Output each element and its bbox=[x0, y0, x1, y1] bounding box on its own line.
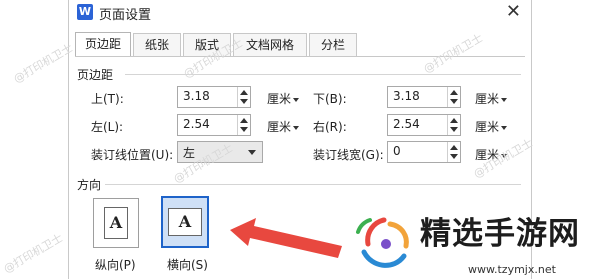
chevron-down-icon bbox=[293, 97, 300, 102]
top-margin-label: 上(T): bbox=[91, 92, 124, 106]
decrement-icon[interactable] bbox=[240, 99, 248, 104]
chevron-down-icon bbox=[501, 97, 508, 102]
portrait-option[interactable]: A bbox=[93, 198, 139, 248]
right-margin-label: 右(R): bbox=[313, 120, 347, 134]
brand-url: www.tzymjx.net bbox=[468, 263, 556, 276]
bottom-margin-spinner[interactable]: 3.18 bbox=[387, 86, 461, 108]
margins-section-title: 页边距 bbox=[77, 68, 114, 82]
decrement-icon[interactable] bbox=[450, 154, 458, 159]
unit-label: 厘米 bbox=[475, 92, 500, 106]
site-brand-logo: 精选手游网 www.tzymjx.net bbox=[350, 208, 600, 279]
decrement-icon[interactable] bbox=[450, 127, 458, 132]
title-bar: W 页面设置 ✕ bbox=[69, 0, 531, 26]
gutter-width-spinner[interactable]: 0 bbox=[387, 141, 461, 163]
landscape-page-icon: A bbox=[168, 208, 202, 236]
tab-columns[interactable]: 分栏 bbox=[309, 33, 357, 56]
left-margin-unit-dropdown[interactable]: 厘米 bbox=[267, 118, 300, 135]
portrait-page-icon: A bbox=[104, 207, 128, 239]
orientation-section-divider bbox=[105, 184, 521, 185]
tab-paper[interactable]: 纸张 bbox=[133, 33, 181, 56]
decrement-icon[interactable] bbox=[450, 99, 458, 104]
right-margin-value[interactable]: 2.54 bbox=[393, 117, 420, 131]
gutter-width-label: 装订线宽(G): bbox=[313, 148, 384, 162]
landscape-option[interactable]: A bbox=[161, 196, 209, 248]
bottom-margin-value[interactable]: 3.18 bbox=[393, 89, 420, 103]
right-margin-spinner[interactable]: 2.54 bbox=[387, 114, 461, 136]
spinner-arrows[interactable] bbox=[447, 87, 460, 107]
chevron-down-icon bbox=[501, 125, 508, 130]
left-margin-label: 左(L): bbox=[91, 120, 124, 134]
increment-icon[interactable] bbox=[240, 118, 248, 123]
left-margin-spinner[interactable]: 2.54 bbox=[177, 114, 251, 136]
brand-emblem-icon bbox=[356, 217, 409, 268]
increment-icon[interactable] bbox=[450, 145, 458, 150]
spinner-arrows[interactable] bbox=[237, 115, 250, 135]
top-margin-unit-dropdown[interactable]: 厘米 bbox=[267, 90, 300, 107]
tab-document-grid[interactable]: 文档网格 bbox=[233, 33, 307, 56]
wps-writer-icon: W bbox=[77, 4, 93, 20]
left-margin-value[interactable]: 2.54 bbox=[183, 117, 210, 131]
gutter-width-value[interactable]: 0 bbox=[393, 144, 401, 158]
landscape-label[interactable]: 横向(S) bbox=[167, 256, 208, 273]
tab-margins[interactable]: 页边距 bbox=[75, 32, 131, 57]
unit-label: 厘米 bbox=[267, 92, 292, 106]
spinner-arrows[interactable] bbox=[237, 87, 250, 107]
portrait-label[interactable]: 纵向(P) bbox=[95, 256, 136, 273]
decrement-icon[interactable] bbox=[240, 127, 248, 132]
increment-icon[interactable] bbox=[450, 90, 458, 95]
orientation-section-title: 方向 bbox=[77, 178, 102, 192]
red-arrow-icon bbox=[230, 218, 342, 258]
brand-name: 精选手游网 bbox=[420, 216, 580, 252]
increment-icon[interactable] bbox=[240, 90, 248, 95]
spinner-arrows[interactable] bbox=[447, 115, 460, 135]
chevron-down-icon bbox=[293, 125, 300, 130]
unit-label: 厘米 bbox=[475, 120, 500, 134]
chevron-down-icon bbox=[248, 150, 256, 155]
right-margin-unit-dropdown[interactable]: 厘米 bbox=[475, 118, 508, 135]
spinner-arrows[interactable] bbox=[447, 142, 460, 162]
increment-icon[interactable] bbox=[450, 118, 458, 123]
close-icon[interactable]: ✕ bbox=[506, 2, 521, 22]
top-margin-spinner[interactable]: 3.18 bbox=[177, 86, 251, 108]
bottom-margin-label: 下(B): bbox=[313, 92, 347, 106]
top-margin-value[interactable]: 3.18 bbox=[183, 89, 210, 103]
bottom-margin-unit-dropdown[interactable]: 厘米 bbox=[475, 90, 508, 107]
dialog-title: 页面设置 bbox=[99, 8, 152, 23]
gutter-position-label: 装订线位置(U): bbox=[91, 148, 174, 162]
unit-label: 厘米 bbox=[267, 120, 292, 134]
